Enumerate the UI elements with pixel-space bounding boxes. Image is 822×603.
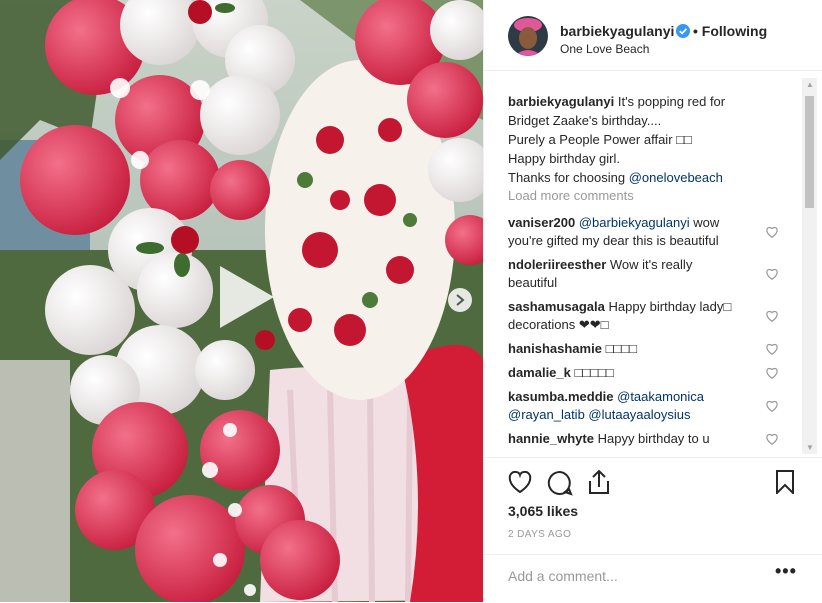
caption-mention[interactable]: @onelovebeach [629,170,723,185]
comment-text: Hapyy birthday to u [597,431,710,446]
comment-text: you're gifted my dear this is beautiful [508,233,719,248]
comment-heart-icon[interactable] [765,399,779,413]
caption: barbiekyagulanyi It's popping red for Br… [508,92,778,187]
comment-username[interactable]: hannie_whyte [508,431,594,446]
caption-line-4: Happy birthday girl. [508,151,620,166]
comment-text: beautiful [508,275,558,290]
comment-heart-icon[interactable] [765,267,779,281]
caption-line-2: Bridget Zaake's birthday.... [508,113,662,128]
add-comment-bar: Add a comment... ••• [484,554,822,603]
scroll-up-arrow-icon[interactable]: ▲ [806,80,814,89]
comment-username[interactable]: sashamusagala [508,299,605,314]
next-media-button[interactable] [448,288,472,312]
comment-item: hanishashamie □□□□ [508,340,768,358]
comment-text: □□□□□ [574,365,614,380]
comment-text: Happy birthday lady□ [608,299,732,314]
next-arrow-icon [456,294,465,306]
share-icon[interactable] [587,469,611,495]
heart-icon[interactable] [507,470,533,494]
scroll-down-arrow-icon[interactable]: ▼ [806,443,814,452]
comment-heart-icon[interactable] [765,432,779,446]
comments-scrollbar[interactable]: ▲ ▼ [802,78,817,454]
comment-text: □□□□ [605,341,637,356]
post-media[interactable] [0,0,483,602]
comment-text: Wow it's really [609,257,693,272]
username-link[interactable]: barbiekyagulanyi [560,23,674,39]
post-header: barbiekyagulanyi • Following One Love Be… [484,0,822,71]
comment-heart-icon[interactable] [765,225,779,239]
comment-mention[interactable]: @rayan_latib @lutaayaaloysius [508,407,691,422]
caption-line-3: Purely a People Power affair □□ [508,132,692,147]
caption-line-1: It's popping red for [617,94,726,109]
comment-mention[interactable]: @barbiekyagulanyi [579,215,690,230]
comment-heart-icon[interactable] [765,309,779,323]
comment-icon[interactable] [547,470,573,496]
comment-username[interactable]: vaniser200 [508,215,575,230]
comment-heart-icon[interactable] [765,366,779,380]
comment-item: vaniser200 @barbiekyagulanyi wow you're … [508,214,768,250]
load-more-comments-button[interactable]: Load more comments [508,188,634,203]
location-link[interactable]: One Love Beach [560,42,649,56]
comment-item: kasumba.meddie @taakamonica @rayan_latib… [508,388,768,424]
comment-text: decorations ❤❤□ [508,317,609,332]
avatar-image [508,16,548,56]
comment-username[interactable]: hanishashamie [508,341,602,356]
comment-item: ndoleriireesther Wow it's really beautif… [508,256,768,292]
comment-heart-icon[interactable] [765,342,779,356]
post-panel: barbiekyagulanyi • Following One Love Be… [483,0,822,602]
play-icon[interactable] [212,262,282,332]
add-comment-input[interactable]: Add a comment... [508,568,618,584]
comments-list[interactable]: barbiekyagulanyi It's popping red for Br… [484,71,804,456]
comment-item: sashamusagala Happy birthday lady□ decor… [508,298,768,334]
likes-count[interactable]: 3,065 likes [508,503,578,519]
post-actions: 3,065 likes 2 DAYS AGO Add a comment... … [484,457,822,603]
following-button[interactable]: • Following [693,23,767,39]
post-date[interactable]: 2 DAYS AGO [508,529,571,540]
comment-username[interactable]: ndoleriireesther [508,257,606,272]
verified-badge-icon [676,24,690,38]
comment-text: wow [693,215,720,230]
caption-line-5: Thanks for choosing [508,170,626,185]
comment-mention[interactable]: @taakamonica [617,389,704,404]
bookmark-icon[interactable] [775,470,795,494]
comment-username[interactable]: kasumba.meddie [508,389,614,404]
caption-username[interactable]: barbiekyagulanyi [508,94,614,109]
more-icon[interactable]: ••• [775,561,797,582]
avatar[interactable] [508,16,548,56]
comment-username[interactable]: damalie_k [508,365,571,380]
following-label: Following [701,23,768,39]
follow-separator: • [693,23,698,39]
scrollbar-thumb[interactable] [805,96,814,208]
comment-item: hannie_whyte Hapyy birthday to u [508,430,768,448]
comment-item: damalie_k □□□□□ [508,364,768,382]
